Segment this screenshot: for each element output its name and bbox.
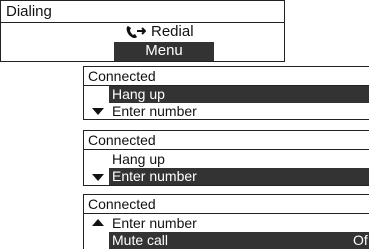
screen-title: Connected (88, 132, 156, 148)
menu-item-label: Enter number (112, 215, 197, 231)
screen-title: Connected (88, 68, 156, 84)
menu-item-label: Enter number (112, 103, 197, 119)
frame-bottom (83, 185, 369, 186)
frame-bottom (0, 61, 285, 62)
connected-screen-3: Connected Enter number Mute call Of (83, 194, 369, 249)
menu-item-mute-call[interactable]: Mute call Of (109, 232, 369, 249)
frame-left (0, 0, 1, 62)
menu-item-label: Hang up (112, 151, 165, 167)
menu-item-hang-up[interactable]: Hang up (109, 86, 369, 103)
menu-item-hang-up[interactable]: Hang up (83, 150, 369, 167)
up-arrow-icon (92, 219, 104, 226)
selection-highlight: Enter number (109, 168, 369, 185)
menu-softkey[interactable]: Menu (114, 42, 214, 61)
menu-item-enter-number[interactable]: Enter number (83, 103, 369, 119)
menu-item-label: Mute call (112, 232, 169, 248)
redial-option[interactable]: Redial (120, 23, 230, 41)
mute-status-value: Of (353, 232, 368, 248)
menu-label: Menu (145, 42, 183, 59)
menu-item-label: Enter number (112, 168, 197, 184)
menu-item-enter-number[interactable]: Enter number (83, 168, 369, 185)
frame-right (284, 0, 285, 62)
redial-label: Redial (151, 23, 194, 40)
frame-top (0, 0, 285, 1)
screen-title: Dialing (6, 3, 52, 20)
connected-screen-1: Connected Hang up Enter number (83, 66, 369, 120)
dialing-screen: Dialing Redial Menu (0, 0, 285, 62)
menu-item-enter-number[interactable]: Enter number (83, 214, 369, 231)
down-arrow-icon (92, 108, 104, 115)
down-arrow-icon (92, 174, 104, 181)
phone-redial-icon (124, 24, 146, 40)
screen-title: Connected (88, 196, 156, 212)
connected-screen-2: Connected Hang up Enter number (83, 130, 369, 186)
menu-item-label: Hang up (112, 86, 165, 102)
